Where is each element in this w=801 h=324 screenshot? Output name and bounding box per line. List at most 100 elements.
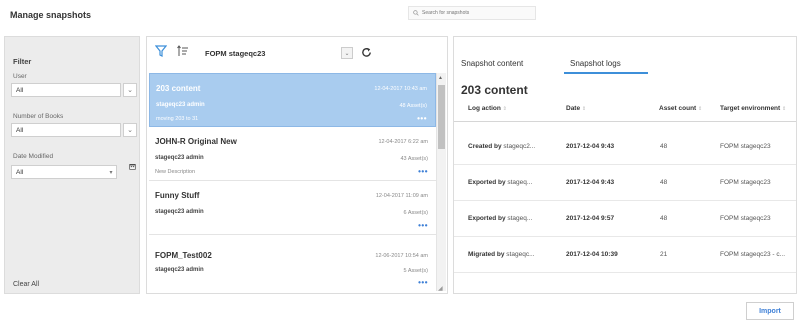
user-filter-value: All [16, 86, 24, 94]
list-scrollbar[interactable]: ▲ [436, 73, 446, 291]
log-asset-count-cell: 48 [660, 179, 668, 186]
snapshot-description: moving 203 to 31 [156, 116, 199, 122]
table-row[interactable]: Exported by stageq... 2017-12-04 9:43 48… [454, 165, 796, 201]
snapshot-asset-count: 48 Asset(s) [399, 103, 427, 109]
snapshot-title: JOHN-R Original New [155, 137, 237, 146]
chevron-down-icon: ⌄ [344, 50, 350, 57]
list-toolbar: FOPM stageqc23 ⌄ [147, 37, 447, 65]
sort-icon: ⇕ [698, 106, 703, 112]
column-header-asset-count[interactable]: Asset count ⇕ [659, 105, 702, 112]
scrollbar-thumb[interactable] [438, 85, 445, 149]
snapshot-date: 12-04-2017 10:43 am [374, 86, 427, 92]
environment-dropdown-button[interactable]: ⌄ [341, 47, 353, 59]
log-asset-count-cell: 21 [660, 251, 668, 258]
date-filter-select[interactable]: All ▾ [11, 165, 117, 179]
snapshot-date: 12-06-2017 10:54 am [375, 253, 428, 259]
log-asset-count-cell: 48 [660, 143, 668, 150]
snapshot-title: FOPM_Test002 [155, 251, 212, 260]
snapshot-date: 12-04-2017 6:22 am [378, 139, 428, 145]
log-action-actor: stageqc... [506, 251, 535, 258]
more-options-icon[interactable]: ••• [418, 278, 428, 287]
snapshot-asset-count: 43 Asset(s) [400, 156, 428, 162]
more-options-icon[interactable]: ••• [417, 114, 427, 123]
snapshot-owner: stageqc23 admin [155, 209, 204, 215]
books-filter-select[interactable]: All [11, 123, 121, 137]
snapshot-list-panel: FOPM stageqc23 ⌄ 203 content 12-04-2017 … [146, 36, 448, 294]
table-row[interactable]: Created by stageqc2... 2017-12-04 9:43 4… [454, 129, 796, 165]
refresh-icon[interactable] [361, 47, 372, 58]
column-header-target-environment[interactable]: Target environment ⇕ [720, 105, 786, 112]
log-environment-cell: FOPM stageqc23 [720, 215, 771, 222]
environment-title: FOPM stageqc23 [205, 49, 266, 58]
column-header-date[interactable]: Date ⇕ [566, 105, 586, 112]
log-action-verb: Exported by [468, 179, 506, 186]
search-box[interactable] [408, 6, 536, 20]
snapshot-title: 203 content [156, 84, 201, 93]
user-filter-dropdown-button[interactable]: ⌄ [123, 83, 137, 97]
snapshot-item[interactable]: FOPM_Test002 12-06-2017 10:54 am stageqc… [149, 235, 436, 293]
date-filter-value: All [16, 168, 24, 176]
log-date-cell: 2017-12-04 10:39 [566, 251, 618, 258]
snapshot-detail-title: 203 content [461, 83, 528, 97]
log-action-verb: Migrated by [468, 251, 505, 258]
page-title: Manage snapshots [10, 10, 92, 20]
snapshot-item[interactable]: Funny Stuff 12-04-2017 11:09 am stageqc2… [149, 181, 436, 235]
filter-panel: Filter User All ⌄ Number of Books All ⌄ … [4, 36, 140, 294]
column-label: Log action [468, 105, 501, 112]
log-date-cell: 2017-12-04 9:57 [566, 215, 615, 222]
log-action-cell: Exported by stageq... [468, 179, 558, 186]
calendar-icon[interactable] [129, 163, 136, 170]
filter-title: Filter [13, 57, 32, 66]
header-divider [454, 121, 796, 122]
log-environment-cell: FOPM stageqc23 [720, 179, 771, 186]
scroll-up-icon[interactable]: ▲ [438, 75, 443, 81]
log-action-actor: stageq... [507, 215, 533, 222]
snapshot-owner: stageqc23 admin [156, 102, 205, 108]
snapshot-asset-count: 5 Asset(s) [403, 268, 428, 274]
snapshot-description: New Description [155, 169, 196, 175]
chevron-down-icon: ⌄ [127, 127, 133, 134]
snapshot-date: 12-04-2017 11:09 am [375, 193, 428, 199]
more-options-icon[interactable]: ••• [418, 221, 428, 230]
active-tab-indicator [564, 72, 648, 74]
snapshot-asset-count: 6 Asset(s) [403, 210, 428, 216]
caret-down-icon: ▾ [109, 169, 113, 176]
log-environment-cell: FOPM stageqc23 - c... [720, 251, 786, 258]
tab-snapshot-content[interactable]: Snapshot content [461, 59, 523, 68]
clear-all-link[interactable]: Clear All [13, 281, 39, 288]
more-options-icon[interactable]: ••• [418, 167, 428, 176]
search-icon [413, 10, 419, 16]
books-filter-value: All [16, 126, 24, 134]
snapshot-owner: stageqc23 admin [155, 155, 204, 161]
user-filter-label: User [13, 73, 27, 80]
log-action-verb: Created by [468, 143, 502, 150]
books-filter-dropdown-button[interactable]: ⌄ [123, 123, 137, 137]
resize-grip-icon[interactable]: ◢ [438, 285, 443, 292]
log-action-actor: stageq... [507, 179, 533, 186]
table-row[interactable]: Exported by stageq... 2017-12-04 9:57 48… [454, 201, 796, 237]
date-filter-label: Date Modified [13, 153, 54, 160]
snapshot-item[interactable]: JOHN-R Original New 12-04-2017 6:22 am s… [149, 127, 436, 181]
table-row[interactable]: Migrated by stageqc... 2017-12-04 10:39 … [454, 237, 796, 273]
tab-snapshot-logs[interactable]: Snapshot logs [570, 59, 621, 68]
search-input[interactable] [422, 10, 532, 16]
column-label: Target environment [720, 105, 781, 112]
log-environment-cell: FOPM stageqc23 [720, 143, 771, 150]
snapshot-detail-panel: Snapshot content Snapshot logs 203 conte… [453, 36, 797, 294]
sort-icon: ⇕ [502, 106, 507, 112]
user-filter-select[interactable]: All [11, 83, 121, 97]
filter-icon[interactable] [155, 45, 167, 57]
sort-icon[interactable] [177, 45, 189, 57]
log-action-cell: Exported by stageq... [468, 215, 558, 222]
log-action-actor: stageqc2... [503, 143, 536, 150]
import-button[interactable]: Import [746, 302, 794, 320]
log-action-cell: Created by stageqc2... [468, 143, 558, 150]
snapshot-item[interactable]: 203 content 12-04-2017 10:43 am stageqc2… [149, 73, 436, 127]
snapshot-owner: stageqc23 admin [155, 267, 204, 273]
sort-icon: ⇕ [581, 106, 587, 112]
snapshot-list: 203 content 12-04-2017 10:43 am stageqc2… [149, 73, 436, 293]
column-header-log-action[interactable]: Log action ⇕ [468, 105, 507, 112]
snapshot-title: Funny Stuff [155, 191, 200, 200]
sort-icon: ⇕ [782, 106, 787, 112]
chevron-down-icon: ⌄ [127, 87, 133, 94]
